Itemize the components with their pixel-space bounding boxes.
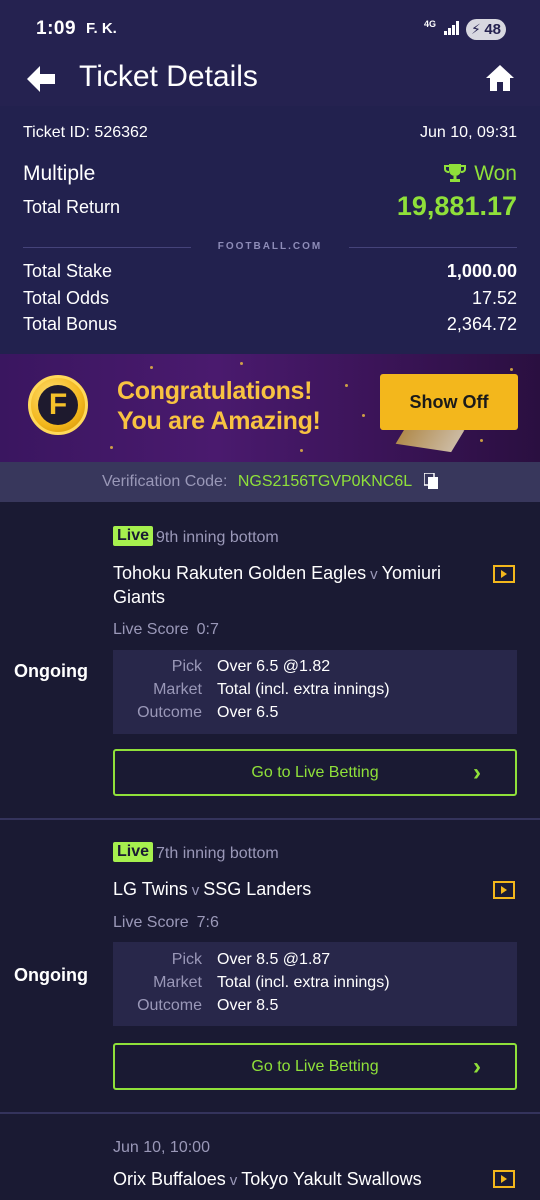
market-value: Total (incl. extra innings): [217, 681, 390, 698]
ticket-summary: Ticket ID: 526362 Jun 10, 09:31 Multiple…: [0, 106, 540, 354]
brand-logo-icon: F: [28, 375, 88, 435]
ticket-id: Ticket ID: 526362: [23, 124, 148, 141]
total-odds-row: Total Odds 17.52: [23, 288, 517, 309]
ticket-id-row: Ticket ID: 526362 Jun 10, 09:31: [23, 124, 517, 142]
score-value: 0:7: [196, 621, 219, 638]
ticket-date: Jun 10, 09:31: [420, 124, 517, 141]
congrats-message: Congratulations! You are Amazing!: [117, 376, 321, 436]
result-badge: Won: [444, 162, 517, 186]
total-return-row: Total Return 19,881.17: [23, 191, 517, 221]
bet-item: Jun 10, 10:00 Orix Buffaloes v Tokyo Yakul…: [0, 1114, 540, 1200]
total-stake-label: Total Stake: [23, 261, 113, 281]
trophy-icon: [444, 164, 467, 182]
pick-row: Pick Over 6.5 @1.82: [171, 658, 331, 675]
pick-value: Over 8.5 @1.87: [217, 951, 331, 968]
match-name: LG Twins v SSG Landers: [113, 879, 312, 899]
outcome-row: Outcome Over 6.5: [137, 704, 279, 721]
result-text: Won: [474, 162, 517, 185]
home-team: Tohoku Rakuten Golden Eagles: [113, 563, 367, 583]
match-stats-icon[interactable]: [493, 565, 515, 583]
bet-status: Ongoing: [14, 661, 88, 681]
network-type: 4G: [424, 19, 437, 29]
charging-icon: ⚡: [471, 21, 481, 37]
market-row: Market Total (incl. extra innings): [153, 974, 390, 991]
home-team: LG Twins: [113, 879, 188, 899]
verification-label: Verification Code:: [101, 473, 228, 490]
verification-code: NGS2156TGVP0KNC6L: [237, 473, 412, 490]
home-team: Orix Buffaloes: [113, 1169, 226, 1189]
total-odds-label: Total Odds: [23, 288, 110, 308]
bet-item: Live 9th inning bottom Tohoku Rakuten Go…: [0, 502, 540, 818]
pick-value: Over 6.5 @1.82: [217, 658, 331, 675]
bet-details: Pick Over 6.5 @1.82 Market Total (incl. ex…: [113, 650, 517, 734]
battery-level: 48: [484, 21, 501, 38]
live-score: Live Score 7:6: [113, 914, 219, 931]
notification-icons: F. K.: [86, 20, 117, 37]
battery-indicator: ⚡ 48: [466, 19, 506, 40]
ticket-type: Multiple: [23, 162, 96, 185]
away-team: SSG Landers: [203, 879, 312, 899]
live-badge: Live: [113, 526, 154, 546]
score-value: 7:6: [196, 914, 219, 931]
outcome-value: Over 8.5: [217, 997, 279, 1014]
back-arrow-icon[interactable]: [24, 62, 58, 96]
verification-bar: Verification Code: NGS2156TGVP0KNC6L: [0, 462, 540, 502]
total-bonus-label: Total Bonus: [23, 314, 118, 334]
match-stats-icon[interactable]: [493, 881, 515, 899]
app-header: Ticket Details: [0, 56, 540, 106]
bet-status: Ongoing: [14, 965, 88, 985]
brand-divider: FOOTBALL.COM: [23, 241, 517, 255]
total-stake-value: 1,000.00: [446, 261, 517, 281]
match-stats-icon[interactable]: [493, 1170, 515, 1188]
page-title: Ticket Details: [79, 60, 258, 93]
chevron-right-icon: ›: [473, 759, 481, 786]
go-to-live-betting-button[interactable]: Go to Live Betting ›: [113, 1043, 517, 1090]
chevron-right-icon: ›: [473, 1053, 481, 1080]
bet-item: Live 7th inning bottom LG Twins v SSG Land…: [0, 820, 540, 1112]
status-bar: 1:09 F. K. 4G ⚡ 48: [0, 0, 540, 56]
outcome-row: Outcome Over 8.5: [137, 997, 279, 1014]
congrats-line2: You are Amazing!: [117, 407, 321, 435]
ticket-type-row: Multiple Won: [23, 162, 517, 186]
match-date: Jun 10, 10:00: [113, 1139, 210, 1156]
total-bonus-value: 2,364.72: [446, 314, 517, 334]
total-return-label: Total Return: [23, 197, 121, 217]
outcome-value: Over 6.5: [217, 704, 279, 721]
congrats-banner: F Congratulations! You are Amazing! Show…: [0, 354, 540, 462]
total-odds-value: 17.52: [471, 288, 517, 308]
live-score: Live Score 0:7: [113, 621, 219, 638]
total-return-value: 19,881.17: [396, 191, 517, 221]
inning-status: 9th inning bottom: [156, 529, 279, 546]
market-value: Total (incl. extra innings): [217, 974, 390, 991]
pick-row: Pick Over 8.5 @1.87: [171, 951, 331, 968]
status-time: 1:09: [36, 18, 77, 39]
inning-status: 7th inning bottom: [156, 845, 279, 862]
show-off-button[interactable]: Show Off: [380, 374, 518, 430]
bet-details: Pick Over 8.5 @1.87 Market Total (incl. ex…: [113, 942, 517, 1026]
signal-icon: [444, 21, 459, 35]
match-name: Tohoku Rakuten Golden Eagles v Yomiuri Gia…: [113, 563, 442, 607]
congrats-line1: Congratulations!: [117, 377, 313, 405]
home-icon[interactable]: [484, 62, 516, 94]
go-to-live-betting-button[interactable]: Go to Live Betting ›: [113, 749, 517, 796]
away-team: Tokyo Yakult Swallows: [241, 1169, 422, 1189]
market-row: Market Total (incl. extra innings): [153, 681, 390, 698]
total-stake-row: Total Stake 1,000.00: [23, 261, 517, 282]
live-badge: Live: [113, 842, 154, 862]
total-bonus-row: Total Bonus 2,364.72: [23, 314, 517, 335]
match-name: Orix Buffaloes v Tokyo Yakult Swallows: [113, 1169, 422, 1189]
copy-icon[interactable]: [424, 473, 439, 489]
